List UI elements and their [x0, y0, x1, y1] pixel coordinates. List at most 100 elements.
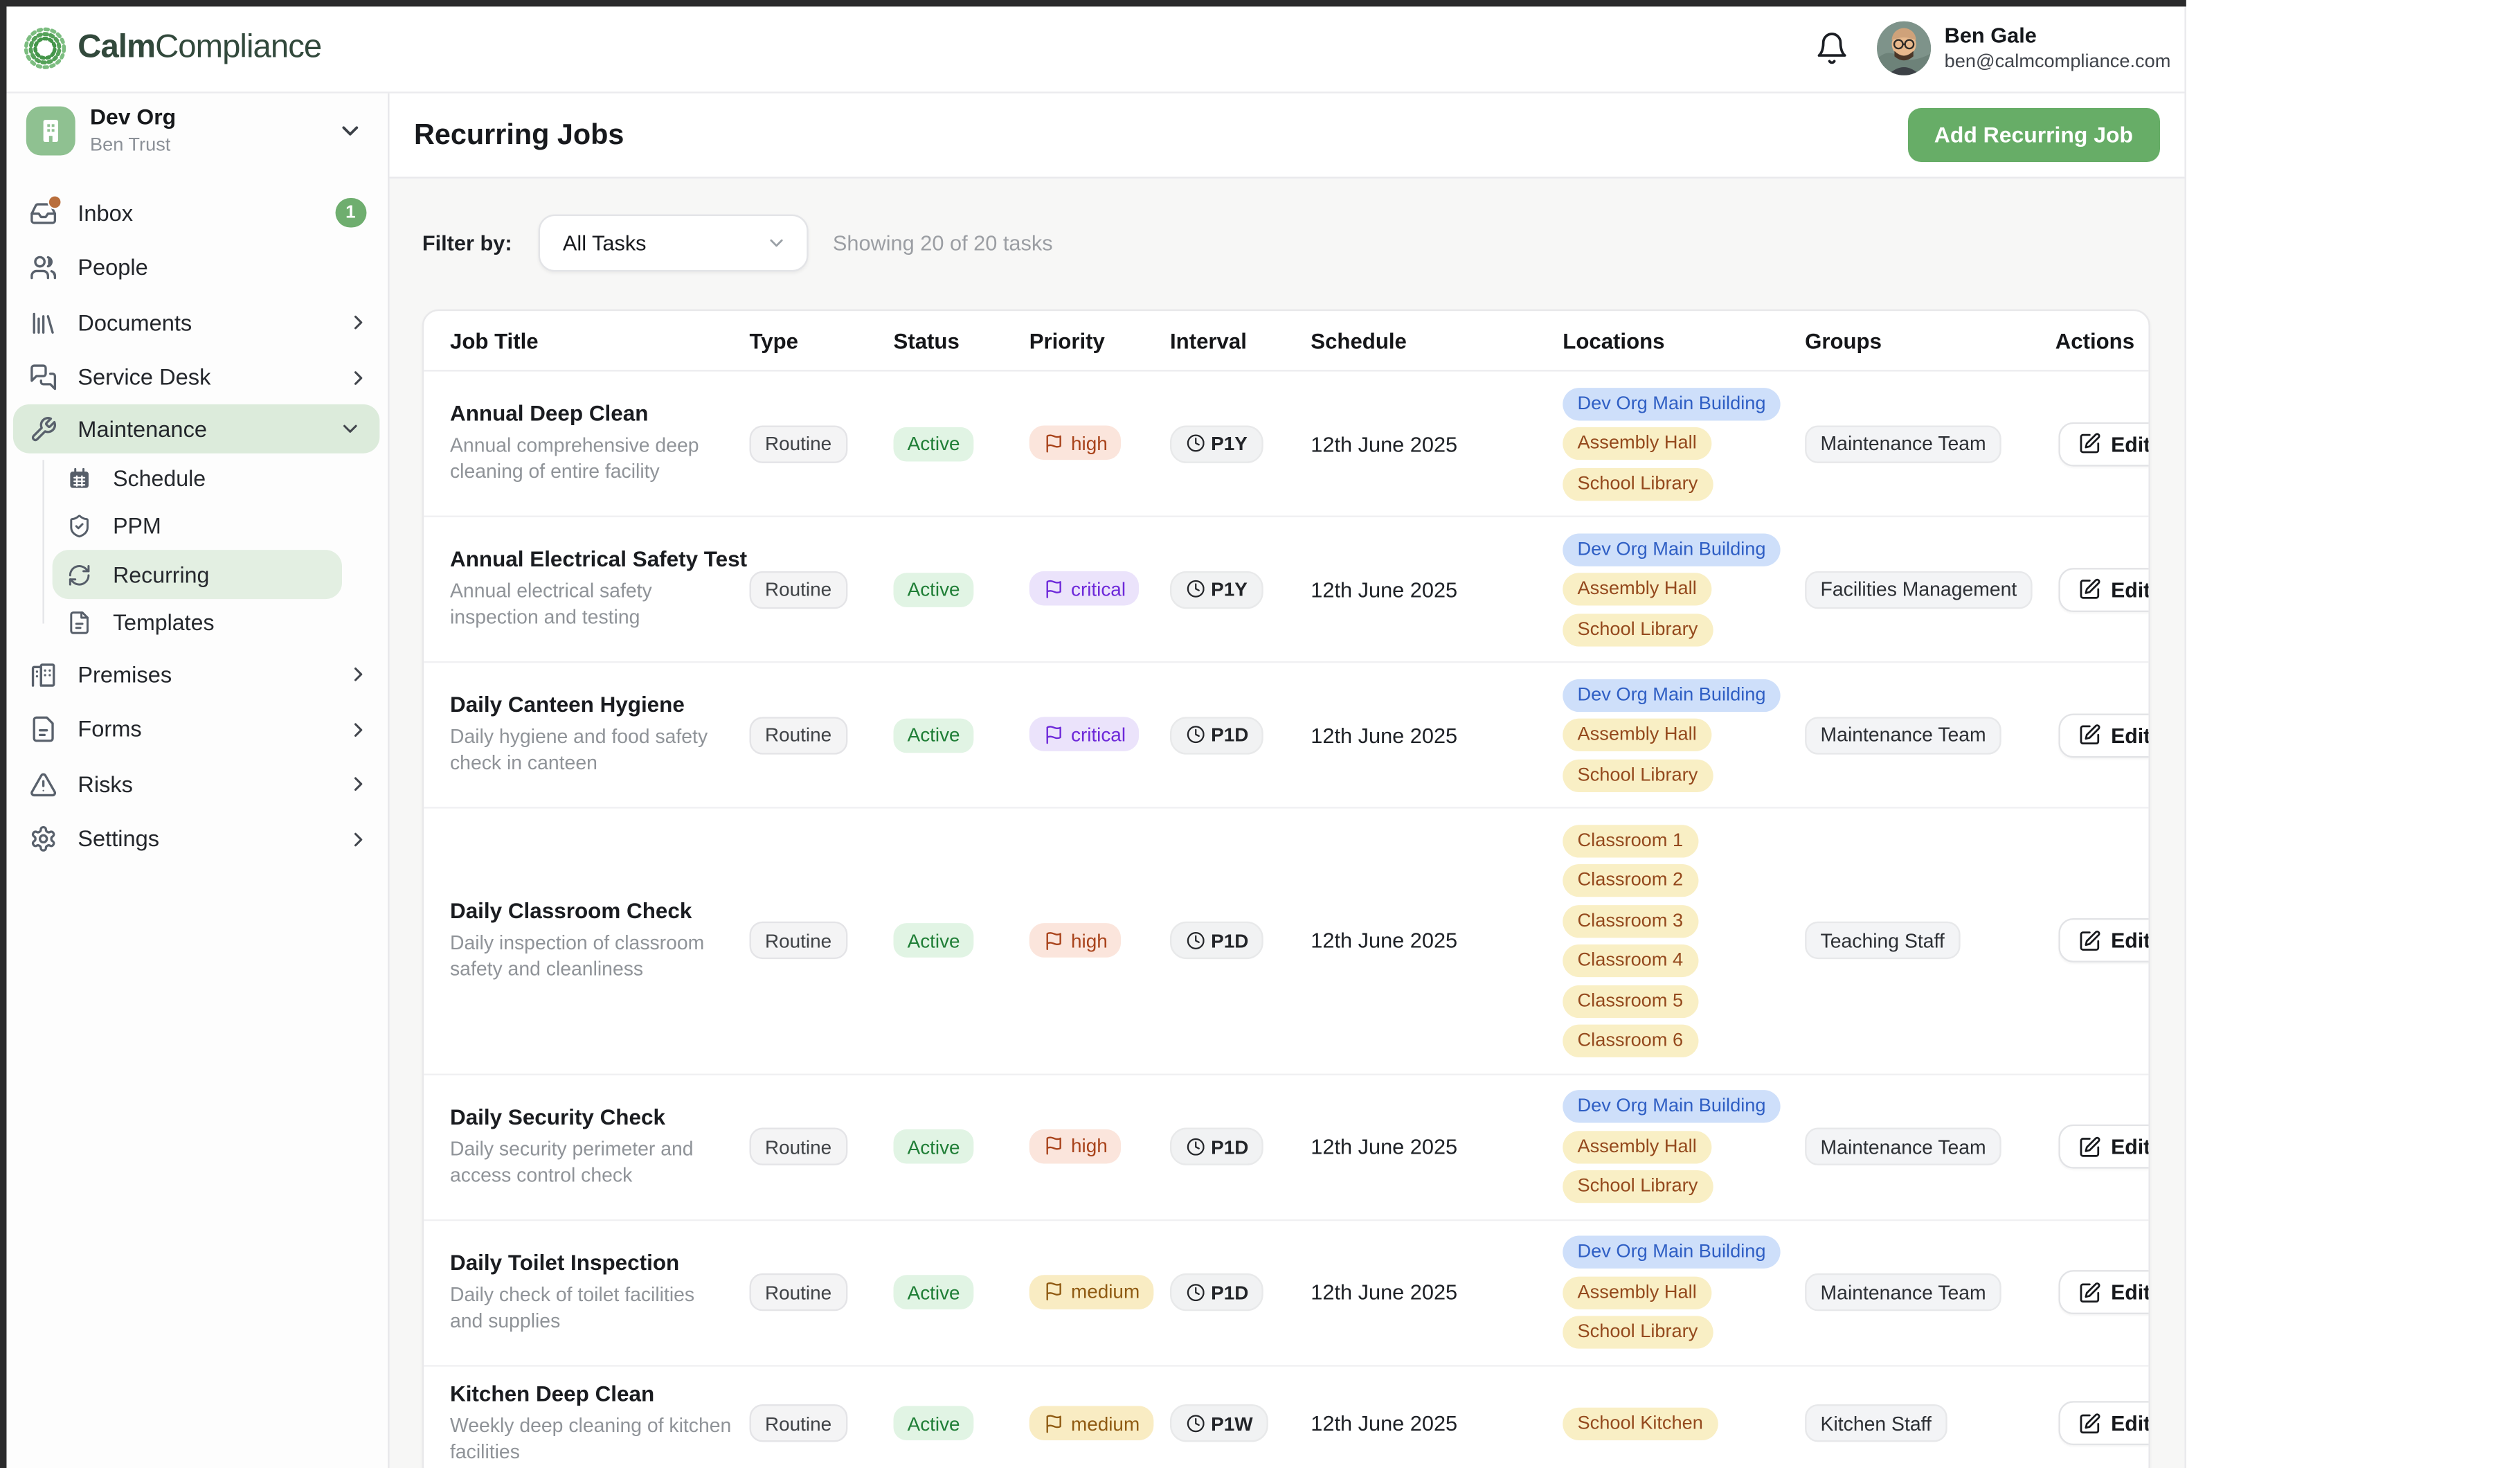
file-text-icon — [30, 715, 57, 743]
group-badge: Maintenance Team — [1805, 1273, 2001, 1311]
location-chip: Assembly Hall — [1563, 573, 1711, 605]
sidebar-item-forms[interactable]: Forms — [6, 702, 387, 757]
sidebar-subitem-label: Templates — [113, 611, 214, 635]
group-badge: Maintenance Team — [1805, 716, 2001, 753]
sidebar-item-risks[interactable]: Risks — [6, 757, 387, 812]
org-switcher[interactable]: Dev Org Ben Trust — [6, 91, 387, 171]
schedule-date: 12th June 2025 — [1311, 723, 1563, 747]
sidebar-subitem-schedule[interactable]: Schedule — [6, 454, 387, 503]
sidebar-item-label: Maintenance — [78, 418, 318, 442]
sidebar-item-label: People — [78, 256, 372, 280]
filter-label: Filter by: — [422, 231, 512, 255]
alert-triangle-icon-wrap — [30, 771, 57, 798]
sidebar-item-label: Premises — [78, 663, 325, 687]
edit-icon — [2078, 578, 2101, 600]
job-description: Daily security perimeter and access cont… — [450, 1137, 732, 1189]
sidebar-subitem-label: Recurring — [113, 562, 209, 587]
edit-button[interactable]: Edit — [2058, 919, 2150, 963]
edit-button[interactable]: Edit — [2058, 567, 2150, 611]
submenu-guide-line — [42, 460, 44, 624]
type-badge: Routine — [750, 571, 847, 608]
sidebar-item-premises[interactable]: Premises — [6, 647, 387, 702]
edit-button[interactable]: Edit — [2058, 1402, 2150, 1446]
priority-badge: medium — [1029, 1275, 1154, 1309]
job-title-cell: Daily Toilet Inspection Daily check of t… — [450, 1250, 750, 1334]
user-name: Ben Gale — [1945, 24, 2171, 48]
sidebar-subitem-templates[interactable]: Templates — [6, 599, 387, 647]
edit-button[interactable]: Edit — [2058, 1125, 2150, 1169]
bell-icon[interactable] — [1815, 31, 1850, 66]
location-chip: School Library — [1563, 1316, 1712, 1348]
priority-badge: critical — [1029, 717, 1140, 752]
edit-icon — [2078, 1281, 2101, 1304]
location-chip: Classroom 5 — [1563, 985, 1698, 1017]
interval-badge: P1Y — [1170, 424, 1263, 462]
clock-icon — [1185, 1414, 1204, 1433]
job-title: Daily Classroom Check — [450, 898, 750, 922]
add-recurring-job-button[interactable]: Add Recurring Job — [1908, 107, 2159, 161]
task-filter-value: All Tasks — [563, 231, 766, 255]
sidebar-item-service-desk[interactable]: Service Desk — [6, 350, 387, 405]
chevron-right-icon — [346, 773, 369, 796]
locations-cell: Dev Org Main BuildingAssembly HallSchool… — [1563, 387, 1805, 500]
status-badge: Active — [894, 427, 974, 461]
location-chip: Classroom 2 — [1563, 864, 1698, 897]
priority-badge: high — [1029, 1129, 1122, 1163]
table-row-daily-classroom-check: Daily Classroom Check Daily inspection o… — [424, 807, 2148, 1073]
schedule-date: 12th June 2025 — [1311, 577, 1563, 601]
sidebar-item-label: Service Desk — [78, 366, 325, 390]
locations-cell: Dev Org Main BuildingAssembly HallSchool… — [1563, 1236, 1805, 1349]
library-icon-wrap — [30, 309, 57, 337]
sidebar-subitem-label: PPM — [113, 514, 161, 539]
sidebar-item-label: Settings — [78, 827, 325, 851]
type-badge: Routine — [750, 1405, 847, 1442]
locations-cell: Classroom 1Classroom 2Classroom 3Classro… — [1563, 824, 1805, 1057]
flag-icon — [1043, 1282, 1063, 1301]
calendar-icon — [67, 466, 91, 490]
sidebar-item-people[interactable]: People — [6, 240, 387, 295]
app-logo[interactable]: CalmCompliance — [21, 25, 322, 73]
sidebar-item-inbox[interactable]: Inbox1 — [6, 186, 387, 240]
sidebar-item-settings[interactable]: Settings — [6, 812, 387, 866]
sidebar: Dev Org Ben Trust Inbox1 People Documents S… — [6, 91, 388, 1468]
schedule-date: 12th June 2025 — [1311, 431, 1563, 456]
edit-icon — [2078, 1135, 2101, 1158]
table-row-kitchen-deep-clean: Kitchen Deep Clean Weekly deep cleaning … — [424, 1364, 2148, 1468]
org-icon — [26, 107, 75, 156]
chevron-right-icon — [346, 312, 369, 334]
locations-cell: Dev Org Main BuildingAssembly HallSchool… — [1563, 1090, 1805, 1203]
location-chip: Classroom 3 — [1563, 904, 1698, 937]
type-badge: Routine — [750, 1273, 847, 1311]
job-title-cell: Kitchen Deep Clean Weekly deep cleaning … — [450, 1381, 750, 1466]
group-badge: Maintenance Team — [1805, 1128, 2001, 1165]
priority-badge: high — [1029, 923, 1122, 958]
chevron-down-icon — [336, 118, 363, 145]
people-icon — [30, 254, 57, 282]
edit-button[interactable]: Edit — [2058, 1270, 2150, 1314]
clock-icon — [1185, 931, 1204, 950]
edit-button[interactable]: Edit — [2058, 422, 2150, 466]
people-icon-wrap — [30, 254, 57, 282]
interval-badge: P1D — [1170, 1128, 1264, 1165]
locations-cell: Dev Org Main BuildingAssembly HallSchool… — [1563, 532, 1805, 645]
location-chip: Classroom 6 — [1563, 1025, 1698, 1057]
chat-icon — [30, 364, 57, 391]
sidebar-subitem-recurring[interactable]: Recurring — [53, 550, 342, 599]
column-header-groups: Groups — [1805, 328, 2055, 352]
chevron-right-icon — [346, 663, 369, 686]
sidebar-item-maintenance[interactable]: Maintenance — [13, 405, 379, 454]
edit-button[interactable]: Edit — [2058, 713, 2150, 757]
job-title: Daily Toilet Inspection — [450, 1250, 750, 1274]
sidebar-nav: Inbox1 People Documents Service Desk Mainten… — [6, 171, 387, 867]
outside-page-area — [2184, 0, 2520, 1468]
top-header: CalmCompliance Ben Gale ben@calmcomplian… — [6, 6, 2184, 93]
calendar-icon-wrap — [67, 466, 91, 490]
job-title: Kitchen Deep Clean — [450, 1381, 750, 1406]
sidebar-item-documents[interactable]: Documents — [6, 296, 387, 350]
user-avatar[interactable] — [1878, 21, 1932, 75]
task-filter-select[interactable]: All Tasks — [538, 215, 808, 272]
interval-badge: P1W — [1170, 1405, 1268, 1442]
flag-icon — [1043, 1136, 1063, 1156]
inbox-count-badge: 1 — [336, 198, 366, 229]
sidebar-subitem-ppm[interactable]: PPM — [6, 503, 387, 551]
